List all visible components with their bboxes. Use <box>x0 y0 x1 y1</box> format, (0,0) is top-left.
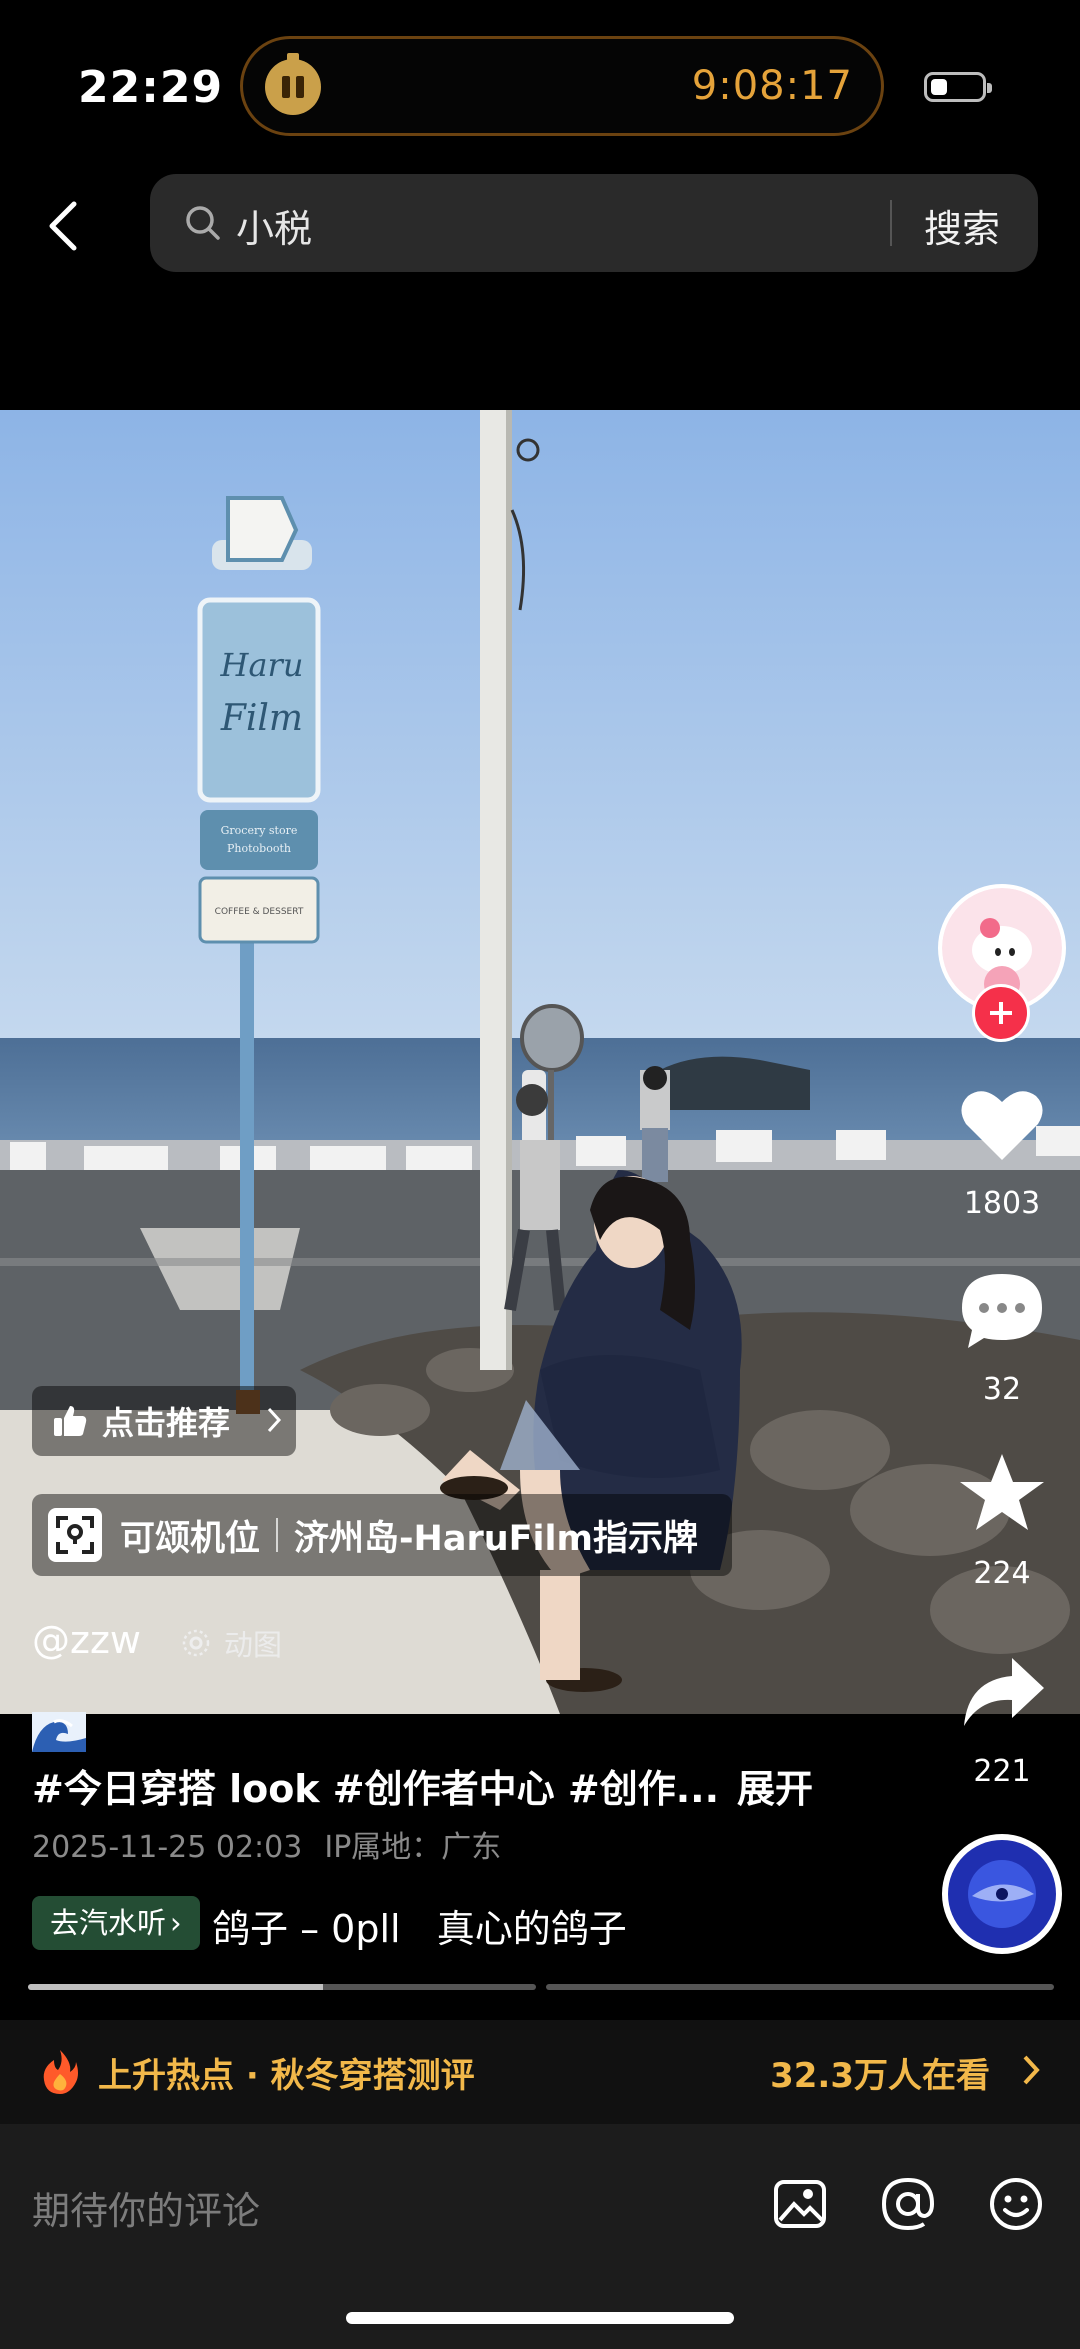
scan-location-icon <box>48 1508 102 1562</box>
caption-text: #今日穿搭 look #创作者中心 #创作... <box>32 1767 720 1811</box>
music-disc[interactable] <box>942 1834 1062 1954</box>
search-button[interactable]: 搜索 <box>924 198 1000 253</box>
chevron-right-icon: › <box>170 1906 182 1940</box>
share-icon[interactable] <box>958 1652 1046 1732</box>
progress-bar-next <box>546 1984 1054 1990</box>
sign-text-photobooth: Photobooth <box>227 842 291 855</box>
location-divider <box>276 1518 279 1552</box>
likes-count: 1803 <box>963 1186 1041 1221</box>
search-divider <box>890 200 892 246</box>
hot-topic-label: 上升热点 · 秋冬穿搭测评 <box>98 2056 475 2096</box>
ip-location: IP属地：广东 <box>324 1830 502 1865</box>
open-music-button[interactable]: 去汽水听 › <box>32 1896 200 1950</box>
location-name: 济州岛-HaruFilm指示牌 <box>294 1518 699 1559</box>
timer-pill[interactable]: 9:08:17 <box>240 36 884 136</box>
comments-count: 32 <box>982 1372 1022 1407</box>
pause-icon[interactable] <box>265 53 321 115</box>
progress-bar[interactable] <box>28 1984 536 1990</box>
post-date: 2025-11-25 02:03 <box>32 1830 303 1865</box>
live-photo-icon <box>182 1629 210 1657</box>
at-icon[interactable] <box>880 2176 936 2232</box>
follow-button[interactable] <box>972 984 1030 1042</box>
location-type: 可颂机位 <box>120 1518 261 1559</box>
live-photo-label: 动图 <box>224 1628 283 1662</box>
status-bar: 22:29 9:08:17 <box>0 0 1080 160</box>
heart-icon[interactable] <box>958 1084 1046 1164</box>
star-icon[interactable] <box>958 1452 1046 1532</box>
sign-text-coffee: COFFEE & DESSERT <box>215 907 304 917</box>
sign-text-grocery: Grocery store <box>221 824 298 837</box>
location-tag[interactable]: 可颂机位 济州岛-HaruFilm指示牌 <box>32 1494 732 1576</box>
timer-value: 9:08:17 <box>691 63 853 109</box>
live-photo-tag: 动图 <box>180 1622 282 1664</box>
shares-count: 221 <box>973 1754 1031 1789</box>
favorites-count: 224 <box>973 1556 1031 1591</box>
thumbs-up-icon <box>54 1406 87 1436</box>
search-bar[interactable]: 小税 搜索 <box>150 174 1038 272</box>
hot-topic-banner[interactable]: 上升热点 · 秋冬穿搭测评 32.3万人在看 <box>0 2020 1080 2124</box>
image-icon[interactable] <box>772 2176 828 2232</box>
open-music-label: 去汽水听 <box>50 1906 167 1940</box>
wave-emoji-icon <box>32 1712 86 1752</box>
author-name[interactable]: @zzw <box>32 1618 141 1662</box>
emoji-icon[interactable] <box>988 2176 1044 2232</box>
comment-input[interactable]: 期待你的评论 <box>32 2180 260 2235</box>
plus-icon <box>990 1002 1012 1024</box>
expand-button[interactable]: 展开 <box>737 1767 813 1811</box>
home-indicator <box>346 2312 734 2324</box>
search-input[interactable]: 小税 <box>236 198 312 253</box>
clock: 22:29 <box>78 62 224 113</box>
recommend-label: 点击推荐 <box>102 1404 231 1442</box>
battery-icon <box>924 72 992 102</box>
search-icon <box>186 206 220 240</box>
music-title[interactable]: 鸽子 – 0pll 真心的鸽子 <box>212 1898 627 1953</box>
recommend-button[interactable]: 点击推荐 <box>32 1386 296 1456</box>
back-icon[interactable] <box>40 196 90 256</box>
chevron-right-icon <box>267 1407 282 1433</box>
chevron-right-icon <box>1023 2055 1040 2085</box>
flame-icon <box>43 2050 78 2094</box>
sign-text-film: Film <box>220 698 303 739</box>
post-caption[interactable]: #今日穿搭 look #创作者中心 #创作... 展开 <box>32 1758 813 1813</box>
comment-icon[interactable] <box>958 1270 1046 1350</box>
sign-text-haru: Haru <box>220 646 304 684</box>
hot-topic-viewers: 32.3万人在看 <box>770 2056 990 2096</box>
post-meta: 2025-11-25 02:03 IP属地：广东 <box>32 1822 523 1866</box>
